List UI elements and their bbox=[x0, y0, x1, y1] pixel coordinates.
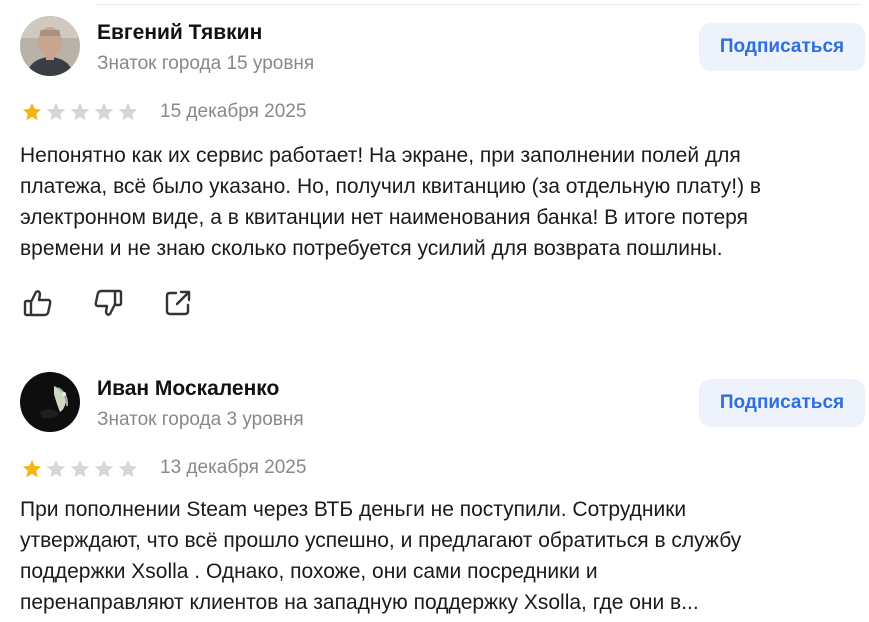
star-empty-icon bbox=[117, 458, 139, 480]
review-date: 15 декабря 2025 bbox=[160, 101, 307, 122]
bottom-edge bbox=[0, 616, 869, 622]
share-icon[interactable] bbox=[162, 287, 194, 319]
star-filled-icon bbox=[21, 458, 43, 480]
star-empty-icon bbox=[117, 101, 139, 123]
author-name[interactable]: Иван Москаленко bbox=[97, 377, 279, 401]
star-filled-icon bbox=[21, 101, 43, 123]
star-empty-icon bbox=[93, 458, 115, 480]
subscribe-button[interactable]: Подписаться bbox=[699, 23, 865, 71]
rating-stars bbox=[21, 101, 139, 123]
star-empty-icon bbox=[45, 458, 67, 480]
review-text: При пополнении Steam через ВТБ деньги не… bbox=[20, 498, 742, 614]
review-actions bbox=[22, 287, 194, 319]
star-empty-icon bbox=[69, 458, 91, 480]
author-level: Знаток города 15 уровня bbox=[97, 53, 315, 74]
review-text: Непонятно как их сервис работает! На экр… bbox=[20, 144, 762, 260]
review-date: 13 декабря 2025 bbox=[160, 457, 307, 478]
star-empty-icon bbox=[93, 101, 115, 123]
top-divider bbox=[96, 4, 861, 5]
author-name[interactable]: Евгений Тявкин bbox=[97, 21, 262, 45]
rating-stars bbox=[21, 458, 139, 480]
subscribe-button[interactable]: Подписаться bbox=[699, 379, 865, 427]
star-empty-icon bbox=[45, 101, 67, 123]
thumbs-down-icon[interactable] bbox=[92, 287, 124, 319]
star-empty-icon bbox=[69, 101, 91, 123]
avatar[interactable] bbox=[20, 16, 80, 76]
avatar[interactable] bbox=[20, 372, 80, 432]
author-level: Знаток города 3 уровня bbox=[97, 409, 304, 430]
thumbs-up-icon[interactable] bbox=[22, 287, 54, 319]
